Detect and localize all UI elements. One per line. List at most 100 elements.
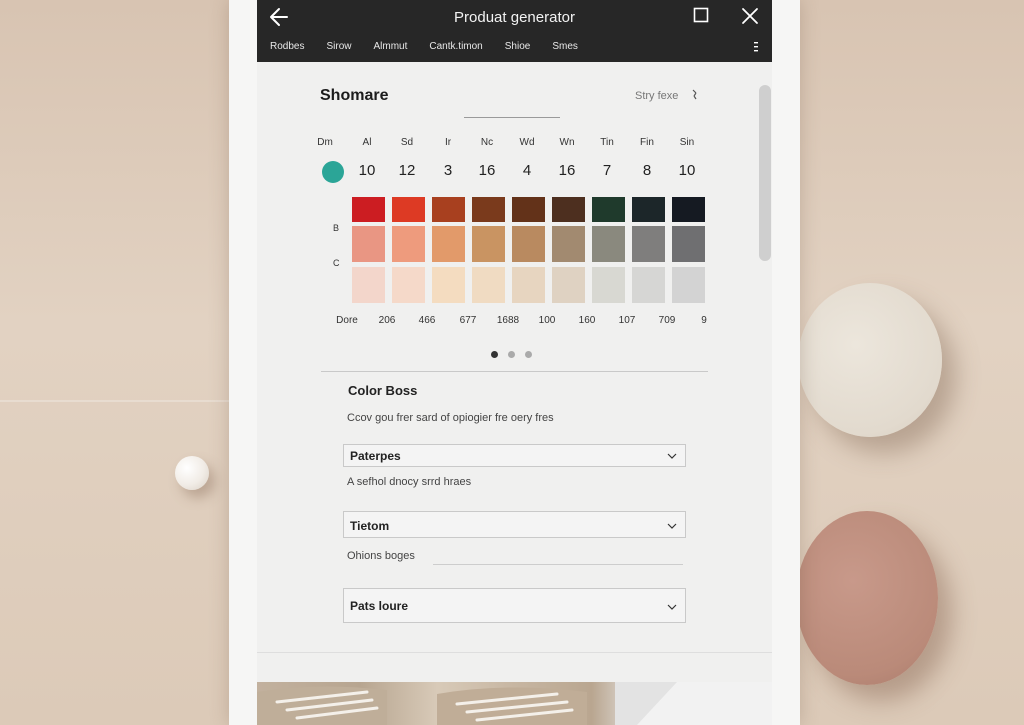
color-box-title: Color Boss [348,383,418,398]
decorative-cream-disc [798,283,942,437]
color-swatch[interactable] [352,197,385,222]
day-header: Wn [559,137,575,148]
day-header: Ir [444,137,452,148]
color-swatch[interactable] [512,197,545,222]
day-value[interactable]: 12 [392,162,422,179]
scrollbar[interactable] [759,85,771,261]
chevron-down-icon [667,604,677,610]
sneaker-photo-illustration [257,682,772,725]
color-swatch[interactable] [592,267,625,303]
dropdown-pats-loure[interactable]: Pats loure [343,588,686,623]
color-swatch[interactable] [552,226,585,262]
page-indicator[interactable] [491,351,532,358]
tab-smes[interactable]: Smes [552,41,578,55]
color-swatch[interactable] [672,197,705,222]
day-header: Sd [400,137,414,148]
color-swatch[interactable] [672,267,705,303]
footer-label: 709 [658,315,676,326]
color-swatch[interactable] [432,226,465,262]
color-swatch[interactable] [432,267,465,303]
dropdown-label: Tietom [350,519,390,533]
day-header: Wd [519,137,535,148]
footer-label: 1688 [496,315,520,326]
tab-cantk-timon[interactable]: Cantk.timon [429,41,482,55]
color-swatch[interactable] [592,226,625,262]
color-swatch[interactable] [472,197,505,222]
color-swatch[interactable] [632,197,665,222]
dropdown-subtext: A sefhol dnocy srrd hraes [347,476,472,488]
backdrop-shadow [0,400,240,402]
day-value[interactable]: 16 [472,162,502,179]
day-value[interactable]: 10 [352,162,382,179]
section-title: Shomare [320,87,389,104]
product-photo [257,682,772,725]
color-swatch[interactable] [472,226,505,262]
color-swatch[interactable] [632,267,665,303]
footer-label: 9 [701,315,707,326]
page-dot[interactable] [491,351,498,358]
page-dot[interactable] [525,351,532,358]
day-value[interactable]: 4 [512,162,542,179]
swatch-row-label: B [333,223,340,233]
day-header: Sin [679,137,695,148]
chevron-down-icon [667,523,677,529]
page-dot[interactable] [508,351,515,358]
decorative-rose-disc [796,511,938,685]
section-divider [321,371,708,372]
decorative-pearl [175,456,209,490]
content-bottom-divider [257,652,772,653]
color-swatch[interactable] [592,197,625,222]
day-value[interactable]: 10 [672,162,702,179]
day-header: Tin [600,137,614,148]
footer-label: 206 [378,315,396,326]
dropdown-label: Pats loure [350,599,409,613]
tab-bar: Rodbes Sirow Almmut Cantk.timon Shioe Sm… [270,41,600,55]
color-swatch[interactable] [392,267,425,303]
selected-day-dot[interactable] [322,161,344,183]
sort-label[interactable]: Stry fexe [635,90,678,102]
color-swatch[interactable] [352,226,385,262]
color-swatch[interactable] [472,267,505,303]
day-header: Dm [317,137,333,148]
footer-label: 677 [459,315,477,326]
title-underline [464,117,560,118]
color-swatch[interactable] [512,267,545,303]
dropdown-label: Paterpes [350,449,401,463]
maximize-icon[interactable] [693,7,709,23]
color-swatch[interactable] [552,267,585,303]
day-header: Al [362,137,372,148]
day-header: Fin [640,137,654,148]
footer-label: 466 [418,315,436,326]
day-value[interactable]: 8 [632,162,662,179]
tab-sirow[interactable]: Sirow [326,41,351,55]
sort-icon[interactable] [691,87,699,103]
color-swatch[interactable] [432,197,465,222]
color-swatch[interactable] [512,226,545,262]
dropdown-tietom[interactable]: Tietom [343,511,686,538]
color-swatch[interactable] [392,197,425,222]
more-icon[interactable] [753,41,759,53]
color-swatch[interactable] [672,226,705,262]
footer-label: 100 [538,315,556,326]
close-icon[interactable] [741,7,759,25]
tab-shioe[interactable]: Shioe [505,41,531,55]
content-panel: Shomare Stry fexe Dm Al Sd Ir Nc Wd Wn T… [257,62,772,682]
color-box-description: Ccov gou frer sard of opiogier fre oery … [347,412,554,424]
dropdown-paterpes[interactable]: Paterpes [343,444,686,467]
dropdown-subtext: Ohions boges [347,550,415,562]
chevron-down-icon [667,453,677,459]
footer-label: 107 [618,315,636,326]
color-swatch[interactable] [392,226,425,262]
tab-almmut[interactable]: Almmut [373,41,407,55]
app-bar: Produat generator Rodbes Sirow Almmut Ca… [257,0,772,62]
color-swatch[interactable] [632,226,665,262]
tab-rodbes[interactable]: Rodbes [270,41,304,55]
swatch-row-label: C [333,258,340,268]
color-swatch[interactable] [552,197,585,222]
footer-label: 160 [578,315,596,326]
day-value[interactable]: 7 [592,162,622,179]
color-swatch[interactable] [352,267,385,303]
day-value[interactable]: 3 [433,162,463,179]
footer-label: Dore [336,315,358,326]
day-value[interactable]: 16 [552,162,582,179]
